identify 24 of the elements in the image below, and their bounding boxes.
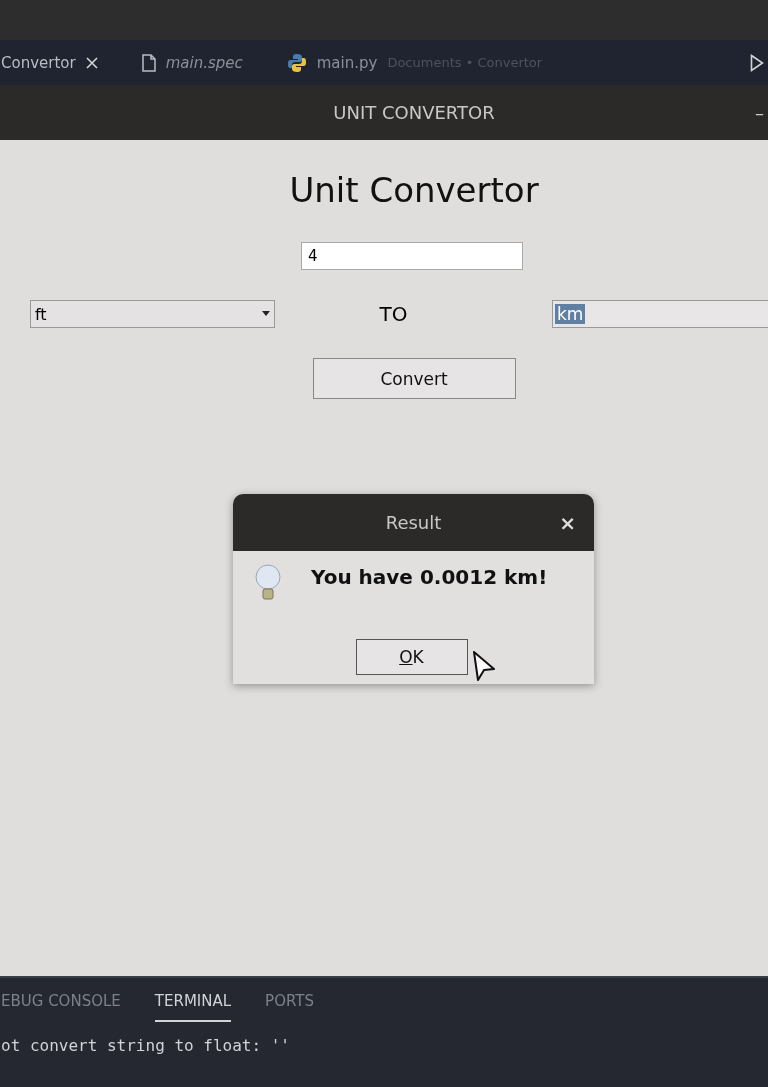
dropdown-arrow-icon [262, 311, 270, 317]
play-icon[interactable] [750, 53, 764, 72]
close-icon[interactable] [85, 56, 98, 69]
to-unit-field[interactable]: km [552, 300, 768, 328]
python-icon [286, 52, 307, 73]
result-message: You have 0.0012 km! [311, 565, 548, 589]
amount-field[interactable]: 4 [301, 242, 523, 270]
to-label: TO [379, 302, 408, 326]
from-unit-dropdown[interactable]: ft [30, 300, 275, 328]
heading: Unit Convertor [289, 170, 539, 210]
minimize-button[interactable]: – [755, 102, 764, 123]
panel-tab[interactable]: TERMINAL [154, 992, 232, 1022]
convert-button[interactable]: Convert [312, 358, 516, 399]
close-button[interactable]: × [559, 510, 576, 535]
panel-tab[interactable]: PORTS [265, 992, 314, 1022]
editor-tab[interactable]: Convertor [1, 53, 98, 72]
terminal-output: ot convert string to float: '' [1, 1036, 291, 1055]
dialog-title: Result [385, 512, 442, 533]
ok-button[interactable]: OK [355, 639, 468, 675]
panel-tab[interactable]: EBUG CONSOLE [1, 992, 121, 1022]
file-icon [141, 53, 156, 72]
window-title: UNIT CONVERTOR [333, 102, 495, 123]
editor-tab[interactable]: main.spec [141, 53, 243, 72]
mouse-cursor-icon [472, 650, 498, 682]
